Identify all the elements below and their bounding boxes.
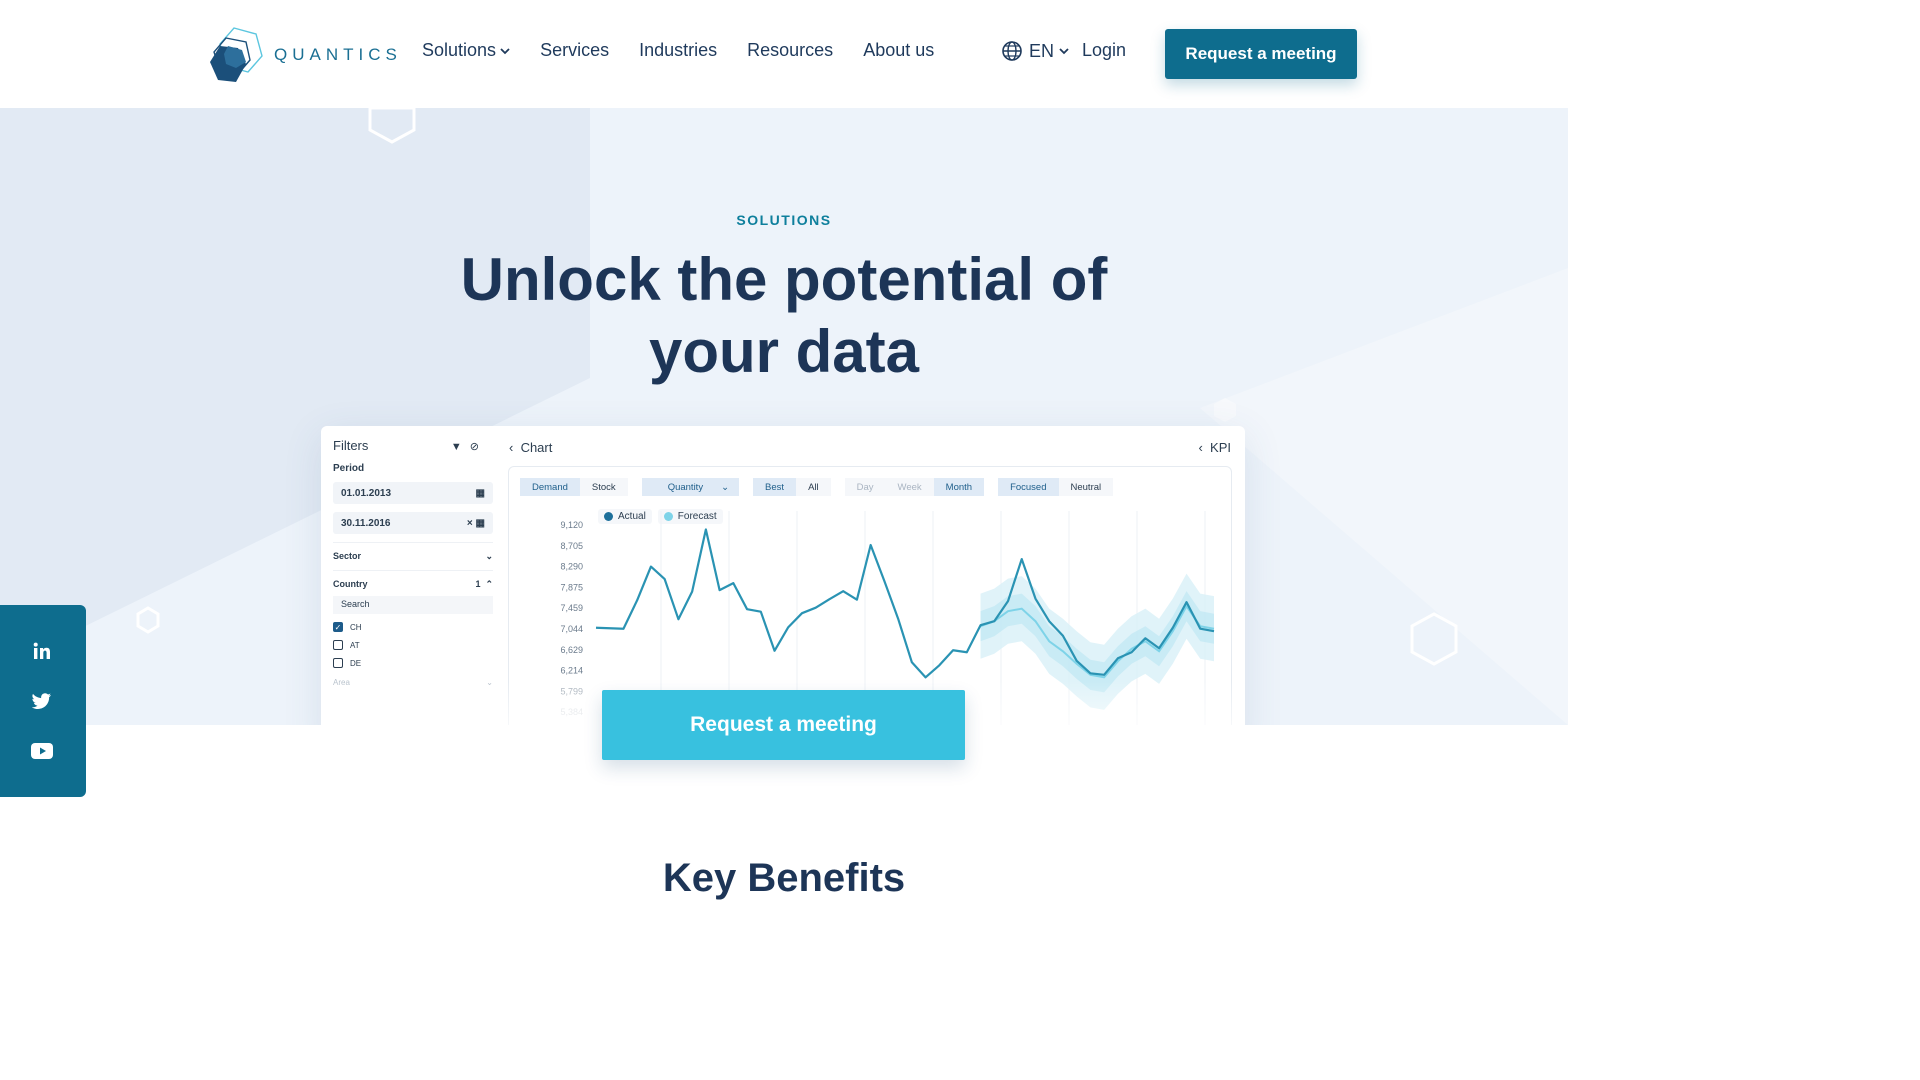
language-selector[interactable]: EN [1001,40,1075,62]
chevron-down-icon [1059,48,1069,55]
nav-solutions[interactable]: Solutions [422,40,510,61]
request-meeting-header-button[interactable]: Request a meeting [1165,29,1357,79]
logo-text: QUANTICS [274,45,402,64]
hero-headline: Unlock the potential of your data [0,244,1568,388]
y-tick-label: 6,629 [560,645,583,655]
social-sidebar [0,605,86,797]
twitter-icon[interactable] [30,689,54,713]
nav-about-us[interactable]: About us [863,40,934,61]
nav-industries[interactable]: Industries [639,40,717,61]
globe-icon [1002,41,1022,61]
demand-line-chart: 9,120 8,705 8,290 7,875 7,459 7,044 6,629 6,214… [321,511,1245,725]
key-benefits-heading: Key Benefits [662,856,906,900]
linkedin-icon[interactable] [30,639,54,663]
language-label: EN [1029,40,1055,61]
nav-resources-label: Resources [747,40,834,60]
request-meeting-hero-button[interactable]: Request a meeting [602,690,965,760]
y-tick-label: 8,705 [560,541,583,551]
site-header: QUANTICS Solutions Services Industries R… [0,0,1568,108]
hero-headline-line-1: Unlock the potential of [460,246,1108,313]
nav-solutions-label: Solutions [422,40,497,60]
hero-eyebrow: SOLUTIONS [736,212,832,228]
login-link[interactable]: Login [1082,40,1126,61]
nav-resources[interactable]: Resources [747,40,833,61]
nav-services[interactable]: Services [540,40,609,61]
y-tick-label: 8,290 [560,562,583,572]
youtube-icon[interactable] [30,739,54,763]
nav-industries-label: Industries [639,40,718,60]
hero-section: SOLUTIONS Unlock the potential of your d… [0,108,1568,725]
y-tick-label: 7,875 [560,582,583,592]
hero-headline-line-2: your data [648,318,920,385]
quantics-logo-icon [210,27,263,82]
y-tick-label: 7,459 [560,603,583,613]
main-nav: Solutions Services Industries Resources … [422,40,964,61]
logo[interactable]: QUANTICS [206,24,402,86]
nav-services-label: Services [540,40,610,60]
chevron-down-icon [500,47,510,54]
y-tick-label: 7,044 [560,624,583,634]
y-tick-label: 6,214 [560,666,583,676]
y-tick-label: 9,120 [560,520,583,530]
dashboard-preview: Filters ▼⊘ Period 01.01.2013 ▦ 30.11.201… [321,426,1245,725]
nav-about-label: About us [863,40,935,60]
